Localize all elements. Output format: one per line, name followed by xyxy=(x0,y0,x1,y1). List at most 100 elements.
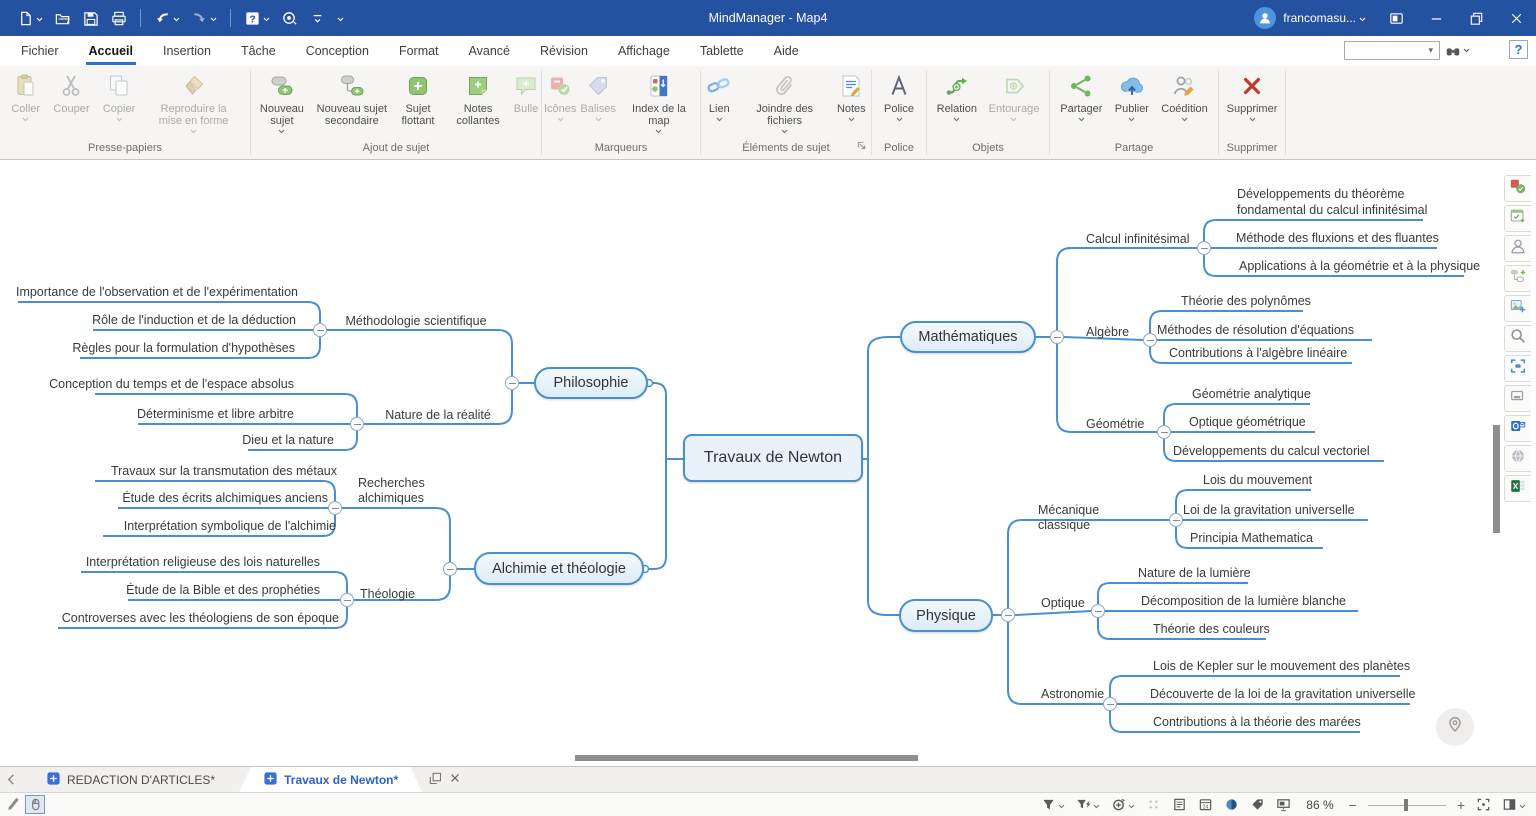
tab-scroll-left-button[interactable] xyxy=(0,767,22,792)
topic-leaf[interactable]: Découverte de la loi de la gravitation u… xyxy=(1150,687,1415,701)
main-topic[interactable]: Mathématiques xyxy=(900,321,1036,353)
collapse-button[interactable] xyxy=(505,376,519,390)
ribbon-button-reproduire-la-mise-en-forme[interactable]: Reproduire la mise en forme xyxy=(147,73,241,134)
ribbon-button-joindre-des-fichiers[interactable]: Joindre des fichiers xyxy=(738,73,832,134)
zoom-in-button[interactable]: + xyxy=(1457,798,1465,812)
search-input[interactable] xyxy=(1344,41,1440,60)
popout-tab-button[interactable] xyxy=(428,771,441,789)
subtopic[interactable]: Méthodologie scientifique xyxy=(345,314,487,329)
user-name[interactable]: francomasu... xyxy=(1283,11,1356,25)
collapse-button[interactable] xyxy=(328,501,342,515)
topic-leaf[interactable]: Développements du calcul vectoriel xyxy=(1173,444,1370,458)
ribbon-button-notes[interactable]: Notes xyxy=(835,73,868,122)
filter-button[interactable] xyxy=(1041,796,1065,814)
subtopic[interactable]: Mécanique classique xyxy=(1038,503,1153,533)
save-button[interactable] xyxy=(77,5,104,31)
customize-quick-access-chevron-icon[interactable] xyxy=(332,5,349,31)
topic-leaf[interactable]: Nature de la lumière xyxy=(1138,566,1251,580)
collapse-button[interactable] xyxy=(313,323,327,337)
tab-tablette[interactable]: Tablette xyxy=(685,36,759,66)
subtopic[interactable]: Recherches alchimiques xyxy=(358,476,446,506)
close-tab-button[interactable] xyxy=(449,771,461,789)
topic-leaf[interactable]: Controverses avec les théologiens de son… xyxy=(62,611,339,625)
user-menu-chevron-icon[interactable] xyxy=(1359,9,1366,27)
subtopic[interactable]: Astronomie xyxy=(1041,687,1111,702)
new-document-button[interactable] xyxy=(12,5,48,31)
find-binoculars-button[interactable] xyxy=(1445,43,1470,59)
outlook-button[interactable] xyxy=(1504,415,1531,442)
ribbon-button-copier[interactable]: Copier xyxy=(101,73,137,122)
topic-leaf[interactable]: Loi de la gravitation universelle xyxy=(1183,503,1355,517)
tab-aide[interactable]: Aide xyxy=(759,36,814,66)
ribbon-button-nouveau-sujet[interactable]: Nouveau sujet xyxy=(251,73,313,134)
search-dropdown-icon[interactable]: ▾ xyxy=(1428,45,1433,56)
subtopic[interactable]: Algèbre xyxy=(1086,325,1146,340)
calendar-add-button[interactable] xyxy=(1504,205,1531,232)
add-topic-parts-button[interactable] xyxy=(1504,265,1531,292)
fit-map-view-button[interactable] xyxy=(1476,797,1491,812)
topic-leaf[interactable]: Rôle de l'induction et de la déduction xyxy=(92,313,296,327)
mouse-mode-button[interactable] xyxy=(25,795,45,814)
collapse-button[interactable] xyxy=(443,562,457,576)
location-pin-button[interactable] xyxy=(1436,708,1474,746)
collapse-button[interactable] xyxy=(350,417,364,431)
topic-leaf[interactable]: Théorie des polynômes xyxy=(1181,294,1311,308)
window-panels-button[interactable] xyxy=(1504,385,1531,412)
topic-leaf[interactable]: Applications à la géométrie et à la phys… xyxy=(1239,259,1480,273)
topic-leaf[interactable]: Déterminisme et libre arbitre xyxy=(137,407,294,421)
presentation-button[interactable] xyxy=(1276,797,1291,812)
subtopic[interactable]: Nature de la réalité xyxy=(379,408,497,423)
reading-panel-button[interactable] xyxy=(1502,796,1526,814)
tab-accueil[interactable]: Accueil xyxy=(74,36,148,66)
tag-button[interactable] xyxy=(1250,797,1265,812)
task-info-button[interactable] xyxy=(1504,175,1531,202)
zoom-slider[interactable] xyxy=(1368,798,1446,812)
restore-button[interactable] xyxy=(1456,0,1496,36)
quick-view-button[interactable] xyxy=(276,5,303,31)
topic-leaf[interactable]: Décomposition de la lumière blanche xyxy=(1141,594,1346,608)
ribbon-button-coller[interactable]: Coller xyxy=(9,73,42,122)
ribbon-button-police[interactable]: Police xyxy=(882,73,916,122)
ribbon-button-index-de-la-map[interactable]: Index de la map xyxy=(618,73,700,134)
ribbon-button-co-dition[interactable]: Coédition xyxy=(1159,73,1209,122)
contact-button[interactable] xyxy=(1504,235,1531,262)
collapse-button[interactable] xyxy=(1157,425,1171,439)
central-topic[interactable]: Travaux de Newton xyxy=(683,434,863,482)
topic-leaf[interactable]: Lois du mouvement xyxy=(1203,473,1312,487)
map-snippets-button[interactable] xyxy=(1504,295,1531,322)
collapse-button[interactable] xyxy=(1001,608,1015,622)
switch-view-button[interactable] xyxy=(1376,0,1416,36)
topic-leaf[interactable]: Optique géométrique xyxy=(1189,415,1306,429)
pen-tool-icon[interactable] xyxy=(6,795,21,815)
topic-leaf[interactable]: Conception du temps et de l'espace absol… xyxy=(49,377,294,391)
topic-leaf[interactable]: Lois de Kepler sur le mouvement des plan… xyxy=(1153,659,1410,673)
collapse-button[interactable] xyxy=(340,593,354,607)
topic-leaf[interactable]: Travaux sur la transmutation des métaux xyxy=(111,464,337,478)
subtopic[interactable]: Théologie xyxy=(360,587,430,602)
collapse-button[interactable] xyxy=(1103,697,1117,711)
tab-insertion[interactable]: Insertion xyxy=(148,36,226,66)
topic-leaf[interactable]: Théorie des couleurs xyxy=(1153,622,1270,636)
web-button[interactable] xyxy=(1504,445,1531,472)
close-button[interactable] xyxy=(1496,0,1536,36)
help-button[interactable]: ? xyxy=(239,5,275,31)
ribbon-button-notes-collantes[interactable]: Notes collantes xyxy=(445,73,511,127)
collapse-button[interactable] xyxy=(1050,330,1064,344)
power-filter-button[interactable] xyxy=(1076,796,1100,814)
search-button[interactable] xyxy=(1504,325,1531,352)
drag-handle-button[interactable] xyxy=(1146,797,1161,812)
topic-leaf[interactable]: Interprétation religieuse des lois natur… xyxy=(86,555,320,569)
topic-leaf[interactable]: Méthode des fluxions et des fluantes xyxy=(1236,231,1439,245)
quick-add-button[interactable] xyxy=(1111,796,1135,814)
tab-tâche[interactable]: Tâche xyxy=(226,36,291,66)
vertical-scrollbar[interactable] xyxy=(1493,425,1500,533)
subtopic[interactable]: Optique xyxy=(1041,596,1096,611)
excel-button[interactable] xyxy=(1504,475,1531,502)
topic-notes-button[interactable] xyxy=(1172,797,1187,812)
main-topic[interactable]: Philosophie xyxy=(534,367,648,399)
user-avatar[interactable] xyxy=(1254,7,1276,29)
collapse-button[interactable] xyxy=(1169,513,1183,527)
topic-leaf[interactable]: Dieu et la nature xyxy=(242,433,334,447)
subtopic[interactable]: Calcul infinitésimal xyxy=(1086,232,1206,247)
ribbon-button-lien[interactable]: Lien xyxy=(704,73,734,122)
